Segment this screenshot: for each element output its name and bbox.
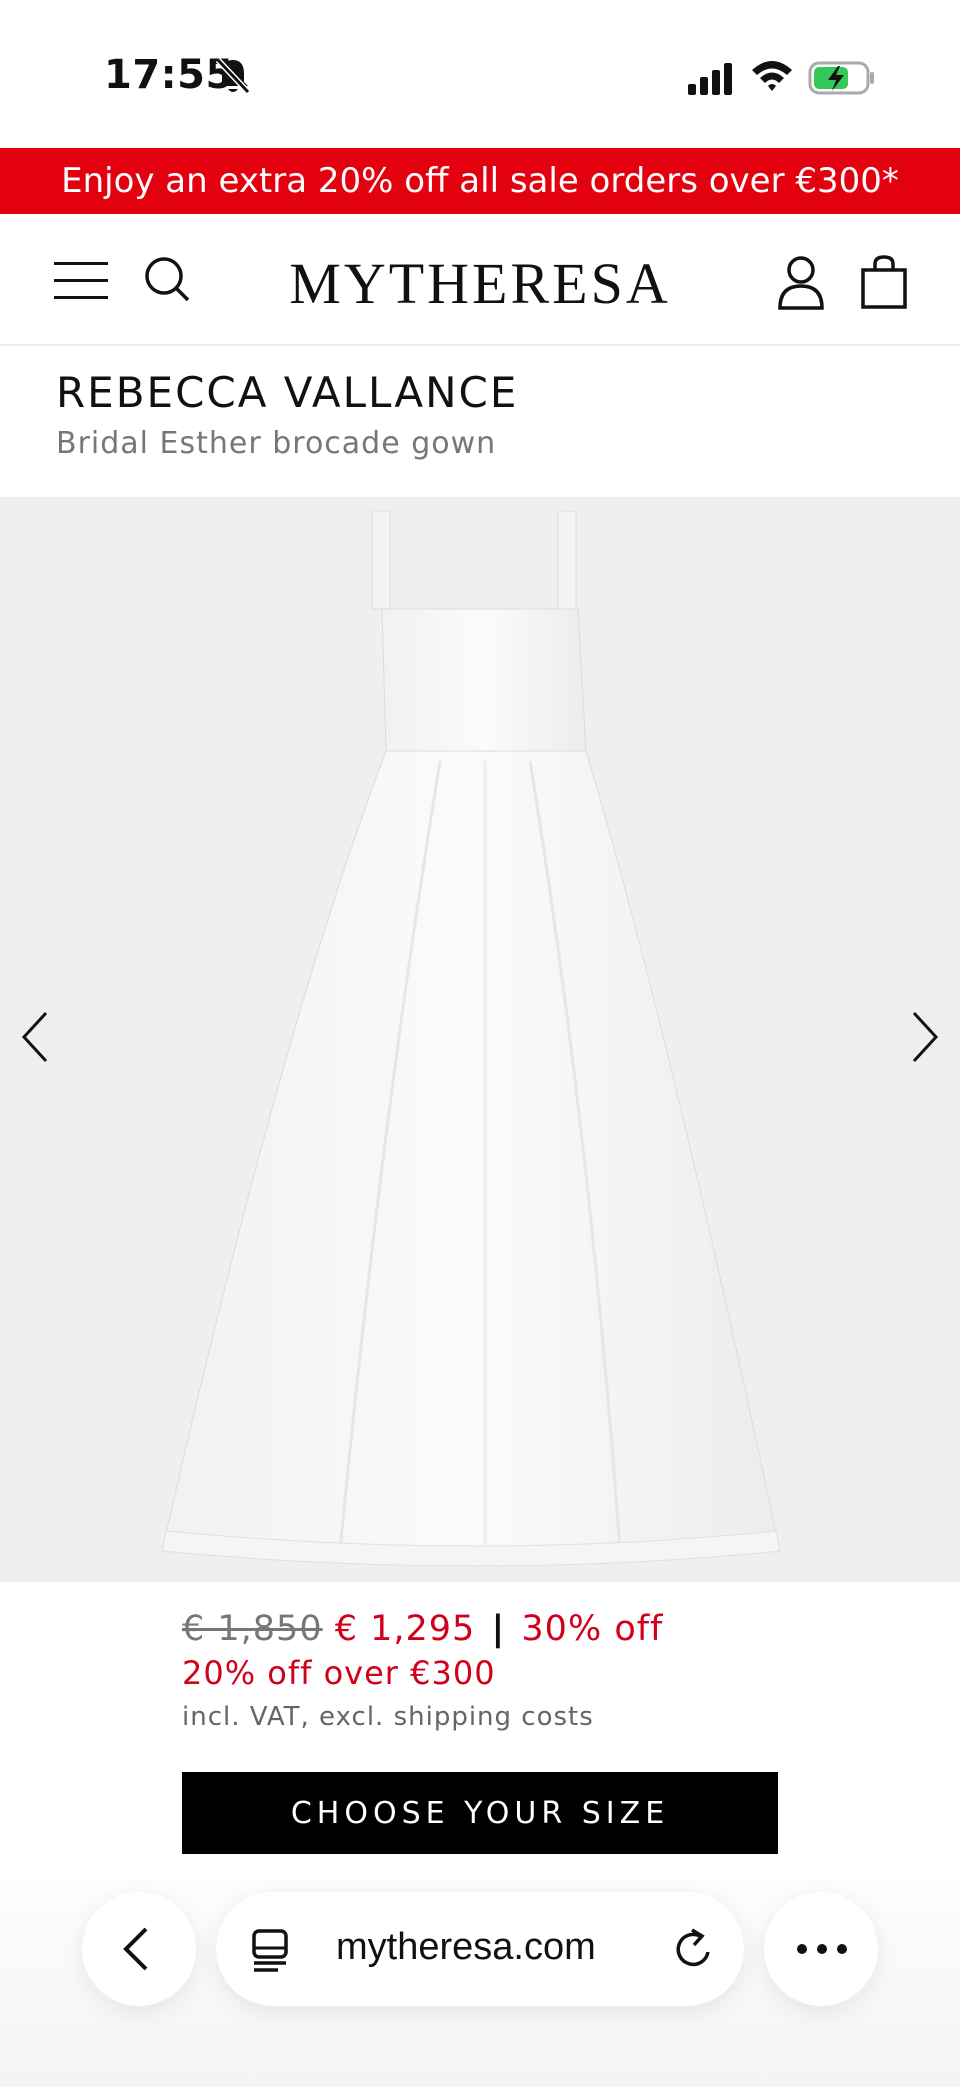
battery-charging-icon — [808, 61, 874, 95]
silent-bell-icon — [215, 57, 251, 95]
original-price: € 1,850 — [182, 1609, 323, 1649]
product-image — [161, 511, 781, 1567]
chevron-left-icon — [123, 1927, 148, 1971]
extra-offer: 20% off over €300 — [182, 1654, 496, 1692]
url-text[interactable]: mytheresa.com — [336, 1926, 596, 1969]
promo-text: Enjoy an extra 20% off all sale orders o… — [61, 161, 899, 201]
sale-price: € 1,295 — [334, 1609, 476, 1649]
choose-size-button[interactable]: CHOOSE YOUR SIZE — [182, 1772, 778, 1854]
browser-more-button[interactable] — [764, 1892, 878, 2006]
browser-toolbar: mytheresa.com — [0, 1880, 960, 2087]
site-header: MYTHERESA — [0, 214, 960, 346]
next-image-arrow-icon[interactable] — [904, 1007, 944, 1067]
price-separator: | — [491, 1609, 506, 1649]
more-dots-icon — [797, 1944, 847, 1954]
cellular-signal-icon — [688, 63, 732, 95]
price-row: € 1,850 € 1,295 | 30% off — [182, 1606, 832, 1652]
browser-back-button[interactable] — [82, 1892, 196, 2006]
reload-icon[interactable] — [672, 1926, 716, 1972]
promo-banner[interactable]: Enjoy an extra 20% off all sale orders o… — [0, 148, 960, 214]
price-block: € 1,850 € 1,295 | 30% off 20% off over €… — [182, 1606, 832, 1732]
shopping-bag-icon[interactable] — [860, 254, 908, 310]
account-icon[interactable] — [776, 254, 826, 310]
status-bar: 17:55 — [0, 0, 960, 148]
discount-percent: 30% off — [521, 1609, 664, 1649]
tab-overview-icon[interactable] — [250, 1928, 290, 1972]
product-name: Bridal Esther brocade gown — [56, 426, 497, 461]
tax-note: incl. VAT, excl. shipping costs — [182, 1702, 594, 1732]
previous-image-arrow-icon[interactable] — [16, 1007, 56, 1067]
wifi-icon — [752, 61, 792, 91]
address-bar[interactable]: mytheresa.com — [216, 1892, 744, 2006]
product-image-gallery[interactable] — [0, 497, 960, 1582]
product-brand[interactable]: REBECCA VALLANCE — [56, 368, 518, 417]
